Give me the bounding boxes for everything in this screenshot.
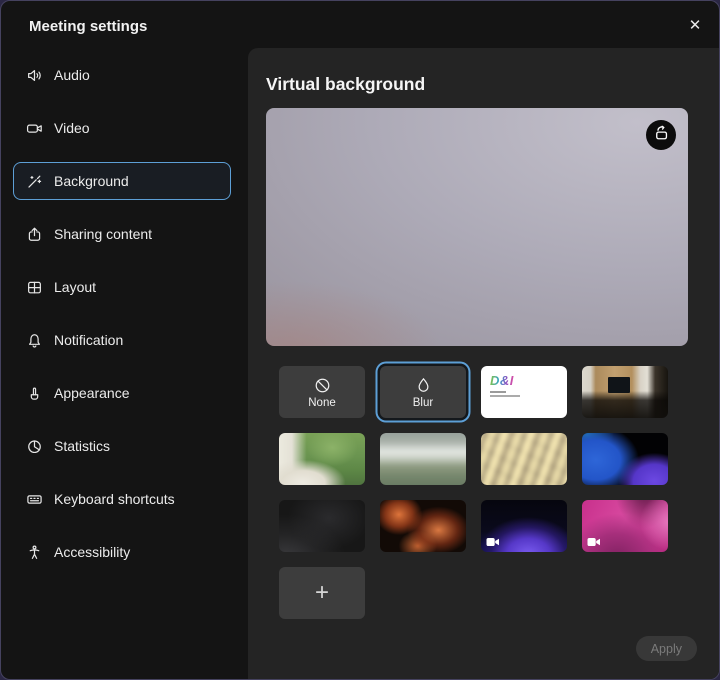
- dni-logo-text: D&I: [490, 373, 514, 388]
- video-camera-badge-icon: [486, 537, 500, 547]
- mirror-view-button[interactable]: [646, 120, 676, 150]
- sidebar-item-label: Notification: [54, 332, 123, 348]
- virtual-background-panel: Virtual background None Blur: [248, 48, 719, 679]
- magic-wand-icon: [26, 173, 43, 190]
- flip-camera-icon: [652, 123, 671, 147]
- close-button[interactable]: ✕: [681, 11, 709, 39]
- background-tile-abstract-blue-purple[interactable]: [582, 433, 668, 485]
- sidebar-item-statistics[interactable]: Statistics: [1, 427, 248, 475]
- office-tv-shape: [608, 377, 630, 393]
- background-tile-pink-waves-video[interactable]: [582, 500, 668, 552]
- video-camera-badge-icon: [587, 537, 601, 547]
- dni-logo-tagline: [490, 391, 506, 393]
- background-tile-blur[interactable]: Blur: [380, 366, 466, 418]
- plus-icon: +: [315, 581, 329, 605]
- background-tile-dni-logo[interactable]: D&I: [481, 366, 567, 418]
- dialog-title: Meeting settings: [29, 18, 147, 35]
- sidebar-item-label: Accessibility: [54, 544, 130, 560]
- sidebar-item-video[interactable]: Video: [1, 109, 248, 157]
- settings-sidebar: Audio Video Background: [1, 51, 248, 679]
- sidebar-item-label: Statistics: [54, 438, 110, 454]
- keyboard-icon: [26, 491, 43, 508]
- accessibility-icon: [26, 544, 43, 561]
- sidebar-item-label: Appearance: [54, 385, 130, 401]
- thumbnail-image: [380, 433, 466, 485]
- paint-brush-icon: [26, 385, 43, 402]
- background-tile-blurred-mountains[interactable]: [380, 433, 466, 485]
- bell-icon: [26, 332, 43, 349]
- sidebar-item-label: Background: [54, 173, 129, 189]
- background-tile-none[interactable]: None: [279, 366, 365, 418]
- close-icon: ✕: [689, 16, 702, 34]
- sidebar-item-label: Keyboard shortcuts: [54, 491, 175, 507]
- background-tile-purple-glow-video[interactable]: [481, 500, 567, 552]
- speaker-icon: [26, 67, 43, 84]
- sidebar-item-appearance[interactable]: Appearance: [1, 374, 248, 422]
- sidebar-item-notification[interactable]: Notification: [1, 321, 248, 369]
- panel-title: Virtual background: [266, 74, 425, 95]
- tile-label: None: [308, 397, 336, 409]
- background-tile-living-room[interactable]: [279, 433, 365, 485]
- sidebar-item-label: Layout: [54, 279, 96, 295]
- tile-label: Blur: [413, 397, 433, 409]
- apply-button[interactable]: Apply: [636, 636, 697, 661]
- dni-logo-tagline: [490, 395, 520, 397]
- sidebar-item-background[interactable]: Background: [1, 162, 248, 210]
- sidebar-item-label: Audio: [54, 67, 90, 83]
- background-tile-window-light[interactable]: [481, 433, 567, 485]
- background-tile-copper-lava[interactable]: [380, 500, 466, 552]
- thumbnail-image: [481, 433, 567, 485]
- sidebar-item-label: Sharing content: [54, 226, 152, 242]
- pie-chart-icon: [26, 438, 43, 455]
- sidebar-item-keyboard-shortcuts[interactable]: Keyboard shortcuts: [1, 480, 248, 528]
- camera-preview: [266, 108, 688, 346]
- layout-grid-icon: [26, 279, 43, 296]
- background-tile-office-room[interactable]: [582, 366, 668, 418]
- add-background-button[interactable]: +: [279, 567, 365, 619]
- sidebar-item-sharing-content[interactable]: Sharing content: [1, 215, 248, 263]
- prohibition-icon: [313, 376, 332, 395]
- sidebar-item-layout[interactable]: Layout: [1, 268, 248, 316]
- water-drop-icon: [414, 376, 433, 395]
- sidebar-item-label: Video: [54, 120, 90, 136]
- camera-icon: [26, 120, 43, 137]
- share-icon: [26, 226, 43, 243]
- background-tile-grid: None Blur D&I: [279, 366, 668, 619]
- sidebar-item-accessibility[interactable]: Accessibility: [1, 533, 248, 581]
- background-tile-dark-waves[interactable]: [279, 500, 365, 552]
- meeting-settings-dialog: Meeting settings ✕ Audio Video: [0, 0, 720, 680]
- apply-button-label: Apply: [651, 642, 682, 656]
- sidebar-item-audio[interactable]: Audio: [1, 56, 248, 104]
